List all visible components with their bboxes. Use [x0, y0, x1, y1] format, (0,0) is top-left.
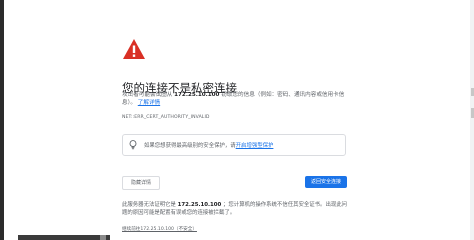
- enhanced-protection-box: 如果您想获得最高级别的安全保护，请开启增强型保护: [122, 134, 346, 156]
- taskbar-icon[interactable]: [100, 235, 106, 240]
- details-prefix: 此服务器无法证明它是: [122, 202, 176, 208]
- enhanced-protection-prefix: 如果您想获得最高级别的安全保护，请: [144, 143, 236, 149]
- error-code: NET::ERR_CERT_AUTHORITY_INVALID: [122, 115, 210, 120]
- taskbar-window[interactable]: [18, 235, 110, 240]
- enhanced-protection-text: 如果您想获得最高级别的安全保护，请开启增强型保护: [144, 141, 273, 149]
- enhanced-protection-link[interactable]: 开启增强型保护: [236, 143, 274, 149]
- screen-left-edge: [0, 0, 4, 240]
- hide-details-button[interactable]: 隐藏详情: [122, 176, 160, 190]
- details-description: 此服务器无法证明它是 172.25.10.100 ；您计算机的操作系统不信任其安…: [122, 201, 350, 217]
- description-host: 172.25.10.100: [174, 92, 220, 98]
- warning-description: 攻击者可能会试图从 172.25.10.100 窃取您的信息（例如：密码、通讯内…: [122, 91, 348, 107]
- lightbulb-icon: [129, 140, 137, 150]
- learn-more-link[interactable]: 了解详情: [138, 100, 160, 106]
- description-prefix: 攻击者可能会试图从: [122, 92, 173, 98]
- details-host: 172.25.10.100: [177, 202, 222, 208]
- back-to-safety-button[interactable]: 返回安全连接: [305, 176, 347, 188]
- proceed-unsafe-link[interactable]: 继续前往172.25.10.100（不安全）: [122, 226, 197, 232]
- scrollbar-track[interactable]: [470, 0, 474, 240]
- warning-icon: [123, 39, 145, 59]
